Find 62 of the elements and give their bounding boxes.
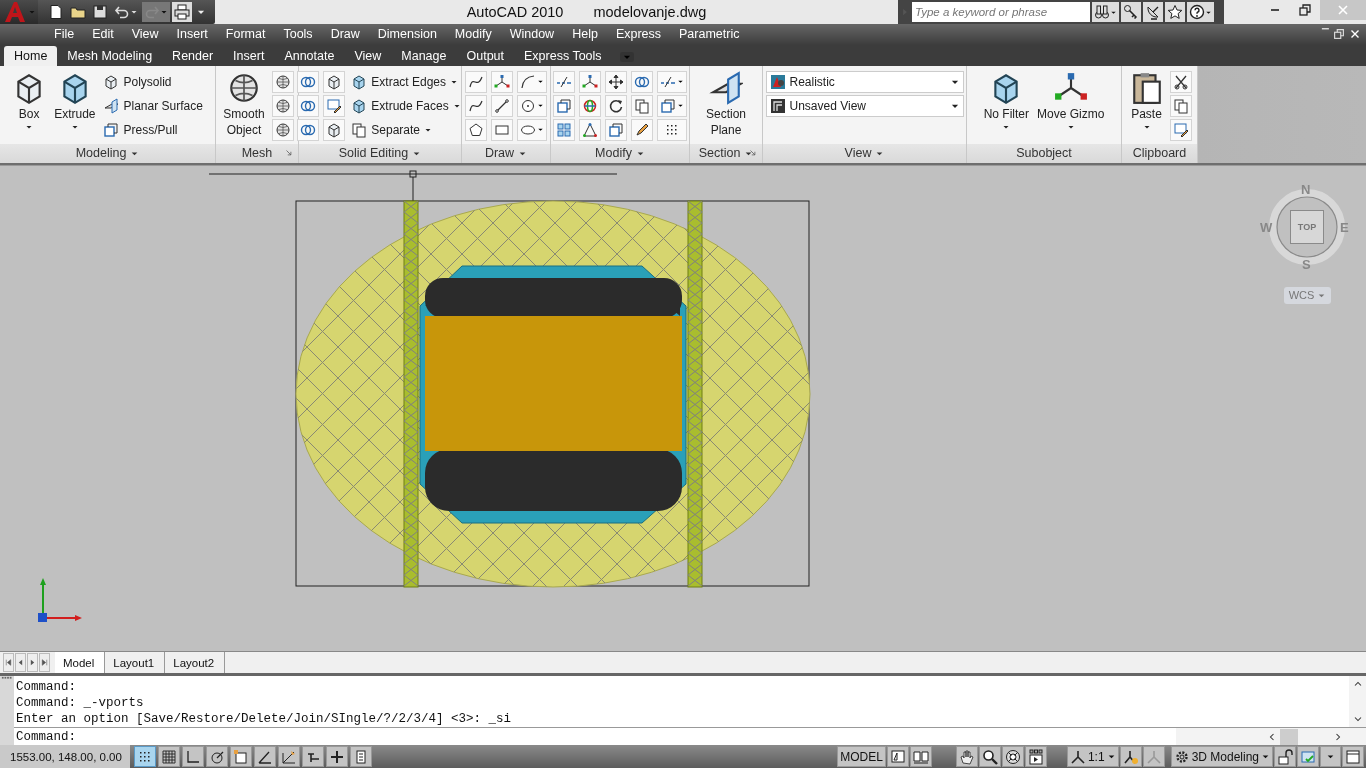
menu-item[interactable]: Help bbox=[563, 25, 607, 44]
menu-item[interactable]: Tools bbox=[274, 25, 322, 44]
workspace-button[interactable]: 3D Modeling bbox=[1170, 746, 1273, 768]
menu-item[interactable]: Express bbox=[606, 25, 671, 44]
panel-title[interactable]: Mesh bbox=[216, 143, 298, 163]
menu-item[interactable]: File bbox=[45, 25, 84, 44]
ribbon-tab[interactable]: Mesh Modeling bbox=[57, 45, 163, 66]
ribbon-tab[interactable]: Home bbox=[4, 45, 58, 66]
command-history-line: Command: bbox=[16, 679, 77, 696]
command-prompt[interactable]: Command: bbox=[16, 730, 1176, 745]
ribbon-button[interactable]: Press/Pull bbox=[101, 118, 205, 141]
menu-item[interactable]: Window bbox=[500, 25, 564, 44]
menu-item[interactable]: Parametric bbox=[670, 25, 749, 44]
compass-label: E bbox=[1340, 219, 1349, 235]
panel-title[interactable]: Modeling bbox=[0, 143, 215, 163]
app-title: AutoCAD 2010 bbox=[466, 4, 564, 20]
ribbon-button[interactable]: Box bbox=[10, 70, 49, 131]
coordinates-readout: 1553.00, 148.00, 0.00 bbox=[0, 745, 130, 768]
search-field[interactable]: Type a keyword or phrase bbox=[912, 2, 1090, 22]
space-toggle[interactable]: MODEL bbox=[837, 746, 886, 768]
layout-tab[interactable]: Layout2 bbox=[165, 652, 226, 674]
file-name: modelovanje.dwg bbox=[593, 4, 707, 20]
panel-title[interactable]: View bbox=[763, 143, 966, 163]
layout-tab[interactable]: Layout1 bbox=[105, 652, 166, 674]
ribbon-tab[interactable]: Render bbox=[162, 45, 224, 66]
ribbon-tab[interactable]: Annotate bbox=[274, 45, 345, 66]
ribbon-button[interactable]: No Filter bbox=[981, 70, 1031, 131]
ribbon-button[interactable]: Move Gizmo bbox=[1035, 70, 1107, 131]
panel-title[interactable]: Subobject bbox=[967, 143, 1121, 163]
ribbon-tab[interactable]: Express Tools bbox=[514, 45, 612, 66]
ribbon-button[interactable]: Extrude bbox=[52, 70, 98, 131]
layout-tab[interactable]: Model bbox=[55, 652, 106, 674]
menu-item[interactable]: View bbox=[122, 25, 168, 44]
ribbon-button[interactable]: Planar Surface bbox=[101, 94, 205, 117]
ribbon-tab[interactable]: Insert bbox=[223, 45, 275, 66]
panel-title[interactable]: Solid Editing bbox=[299, 143, 461, 163]
ribbon-tab[interactable]: Manage bbox=[391, 45, 457, 66]
panel-title[interactable]: Section bbox=[690, 143, 762, 163]
ribbon-button[interactable]: Polysolid bbox=[101, 70, 205, 93]
dropdown-field[interactable]: Unsaved View bbox=[765, 94, 964, 117]
menu-item[interactable]: Edit bbox=[83, 25, 123, 44]
command-history-line: Enter an option [Save/Restore/Delete/Join/SIngle/?/2/3/4] <3>: _si bbox=[16, 711, 513, 728]
menu-item[interactable]: Dimension bbox=[368, 25, 446, 44]
menu-item[interactable]: Format bbox=[216, 25, 275, 44]
ribbon-button[interactable]: Smooth Object bbox=[220, 70, 268, 138]
menu-item[interactable]: Draw bbox=[321, 25, 369, 44]
ribbon-tab[interactable]: Output bbox=[456, 45, 514, 66]
ribbon-button[interactable]: Extract Edges bbox=[349, 70, 463, 93]
annotation-scale-button[interactable]: 1:1 bbox=[1066, 746, 1119, 768]
ribbon-button[interactable]: Separate bbox=[349, 118, 463, 141]
ribbon-button[interactable]: Paste bbox=[1127, 70, 1166, 131]
compass-label: W bbox=[1260, 219, 1273, 235]
compass-label: S bbox=[1302, 256, 1311, 272]
ribbon-button[interactable]: Extrude Faces bbox=[349, 94, 463, 117]
menu-item[interactable]: Insert bbox=[167, 25, 217, 44]
command-history-line: Command: _-vports bbox=[16, 695, 145, 712]
dropdown-field[interactable]: Realistic bbox=[765, 70, 964, 93]
menu-item[interactable]: Modify bbox=[445, 25, 501, 44]
compass-label: N bbox=[1301, 181, 1311, 197]
ribbon-button[interactable]: Section Plane bbox=[694, 70, 758, 138]
panel-title[interactable]: Clipboard bbox=[1122, 143, 1197, 163]
ribbon-tab[interactable]: View bbox=[344, 45, 392, 66]
